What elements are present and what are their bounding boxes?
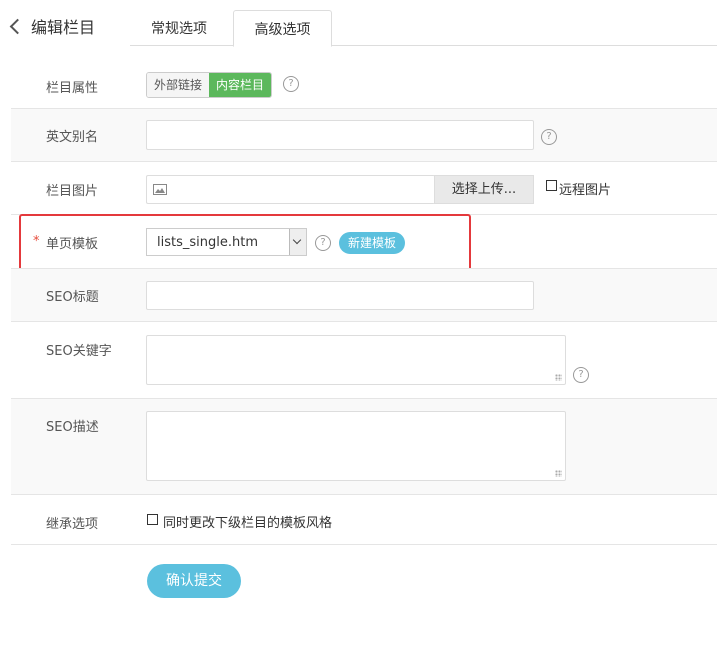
inherit-checkbox[interactable] xyxy=(147,514,158,525)
inherit-label: 继承选项 xyxy=(46,517,99,532)
seo-keywords-help-icon[interactable]: ? xyxy=(573,367,589,383)
resize-handle-icon[interactable] xyxy=(555,374,562,381)
image-path-input[interactable] xyxy=(146,175,435,204)
seo-description-textarea[interactable] xyxy=(146,411,566,481)
upload-button[interactable]: 选择上传... xyxy=(434,175,534,204)
alias-input[interactable] xyxy=(146,120,534,150)
tab-advanced[interactable]: 高级选项 xyxy=(233,10,332,47)
resize-handle-icon[interactable] xyxy=(555,470,562,477)
segment-external-link[interactable]: 外部链接 xyxy=(147,73,210,97)
seo-title-label: SEO标题 xyxy=(46,290,99,305)
tab-divider xyxy=(130,45,717,46)
submit-button[interactable]: 确认提交 xyxy=(147,564,241,598)
segment-content-column[interactable]: 内容栏目 xyxy=(209,73,272,97)
divider xyxy=(11,544,717,545)
seo-keywords-label: SEO关键字 xyxy=(46,344,112,359)
seo-description-label: SEO描述 xyxy=(46,420,99,435)
image-label: 栏目图片 xyxy=(46,184,99,199)
tab-basic[interactable]: 常规选项 xyxy=(134,10,224,46)
attr-help-icon[interactable]: ? xyxy=(283,76,299,92)
row-attr xyxy=(11,60,717,108)
attr-label: 栏目属性 xyxy=(46,81,99,96)
image-icon xyxy=(153,184,167,195)
highlight-box xyxy=(19,214,471,273)
remote-image-checkbox[interactable] xyxy=(546,180,557,191)
row-inherit xyxy=(11,494,717,545)
alias-help-icon[interactable]: ? xyxy=(541,129,557,145)
attr-segmented-control: 外部链接 内容栏目 xyxy=(146,72,273,98)
page-title: 编辑栏目 xyxy=(31,18,96,37)
seo-title-input[interactable] xyxy=(146,281,534,310)
seo-keywords-textarea[interactable] xyxy=(146,335,566,385)
alias-label: 英文别名 xyxy=(46,130,99,145)
chevron-left-icon xyxy=(9,18,26,35)
remote-image-label: 远程图片 xyxy=(559,183,612,198)
back-link[interactable]: 编辑栏目 xyxy=(9,14,96,38)
inherit-checkbox-label: 同时更改下级栏目的模板风格 xyxy=(163,516,333,531)
